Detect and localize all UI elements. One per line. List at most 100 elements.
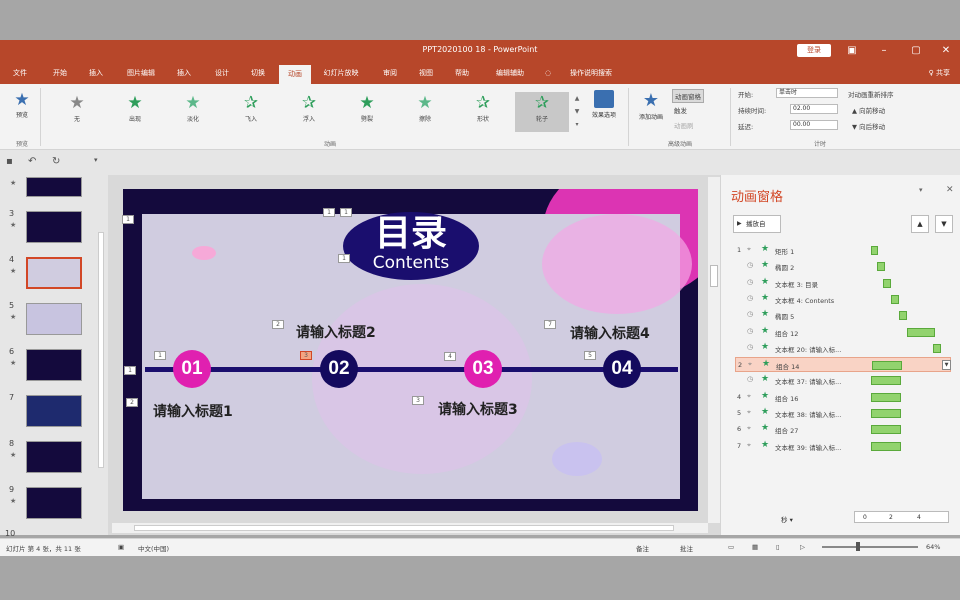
animation-painter-button[interactable]: 动画刷 bbox=[674, 120, 694, 130]
duration-input[interactable]: 02.00 bbox=[790, 104, 838, 114]
timing-bar[interactable] bbox=[891, 294, 899, 304]
timeline-bar[interactable] bbox=[145, 367, 678, 372]
animation-item[interactable]: ◷ ★ 文本框 4: Contents bbox=[735, 292, 951, 307]
timing-bar[interactable] bbox=[871, 425, 901, 435]
effect-shape[interactable]: ✰ 形状 bbox=[464, 92, 502, 132]
ribbon-display-icon[interactable]: ▣ bbox=[842, 43, 862, 59]
move-up-button[interactable]: ▲ bbox=[911, 215, 929, 233]
slide-thumbnail-9[interactable] bbox=[26, 487, 82, 519]
slide-thumbnail-7[interactable] bbox=[26, 395, 82, 427]
pane-options-icon[interactable]: ▾ bbox=[919, 186, 923, 194]
save-icon[interactable]: ▪ bbox=[6, 156, 13, 167]
timing-bar[interactable] bbox=[872, 361, 902, 371]
animation-item[interactable]: ◷ ★ 椭圆 2 bbox=[735, 259, 951, 274]
tab-insert-1[interactable]: 插入 bbox=[84, 62, 108, 84]
slide-thumbnail-3[interactable] bbox=[26, 211, 82, 243]
preview-button[interactable]: ★ 预览 bbox=[8, 90, 36, 119]
timing-bar[interactable] bbox=[871, 246, 878, 255]
tab-animations[interactable]: 动画 bbox=[279, 65, 311, 84]
animation-item[interactable]: 1 ⌖ ★ 矩形 1 bbox=[735, 243, 951, 258]
gallery-scroll[interactable]: ▲ ▼ ▾ bbox=[572, 92, 582, 132]
timing-bar[interactable] bbox=[933, 343, 941, 353]
zoom-level[interactable]: 64% bbox=[926, 543, 940, 551]
login-button[interactable]: 登录 bbox=[797, 44, 831, 57]
timing-bar[interactable] bbox=[877, 262, 885, 272]
animation-tag[interactable]: 4 bbox=[444, 352, 456, 361]
undo-icon[interactable]: ↶ bbox=[28, 156, 36, 167]
timing-bar[interactable] bbox=[907, 327, 935, 337]
timing-bar[interactable] bbox=[871, 409, 901, 418]
tab-insert[interactable]: 插入 bbox=[172, 62, 196, 84]
maximize-icon[interactable]: ▢ bbox=[906, 43, 926, 59]
delay-input[interactable]: 00.00 bbox=[790, 120, 838, 130]
move-earlier-button[interactable]: ▲ 向前移动 bbox=[852, 105, 885, 115]
node-02[interactable]: 02 bbox=[320, 350, 358, 388]
animation-tag[interactable]: 5 bbox=[584, 351, 596, 360]
notes-button[interactable]: 备注 bbox=[636, 543, 649, 553]
title-oval[interactable]: 目录 Contents bbox=[343, 212, 479, 280]
tab-review[interactable]: 审阅 bbox=[378, 62, 402, 84]
effect-options-button[interactable]: 效果选项 bbox=[586, 90, 622, 119]
node-04[interactable]: 04 bbox=[603, 350, 641, 388]
tab-file[interactable]: 文件 bbox=[6, 62, 34, 84]
pane-close-icon[interactable]: ✕ bbox=[946, 185, 954, 195]
effect-float-in[interactable]: ✰ 浮入 bbox=[290, 92, 328, 132]
effect-fly-in[interactable]: ✰ 飞入 bbox=[232, 92, 270, 132]
timing-bar[interactable] bbox=[899, 311, 907, 321]
start-select[interactable]: 单击时 bbox=[776, 88, 838, 98]
sorter-view-icon[interactable]: ▦ bbox=[752, 543, 758, 551]
timing-bar[interactable] bbox=[871, 441, 901, 451]
minimize-icon[interactable]: – bbox=[874, 43, 894, 59]
add-animation-button[interactable]: ★ 添加动画 bbox=[634, 90, 668, 121]
normal-view-icon[interactable]: ▭ bbox=[728, 543, 734, 551]
animation-tag[interactable]: 1 bbox=[124, 366, 136, 375]
effect-wipe[interactable]: ★ 擦除 bbox=[406, 92, 444, 132]
tab-transitions[interactable]: 切换 bbox=[244, 62, 272, 84]
tab-edit-assist[interactable]: 编辑辅助 bbox=[488, 62, 532, 84]
redo-icon[interactable]: ↻ bbox=[52, 156, 60, 167]
effect-appear[interactable]: ★ 出现 bbox=[116, 92, 154, 132]
customize-qat-icon[interactable]: ▾ bbox=[94, 156, 98, 164]
scroll-thumb[interactable] bbox=[710, 265, 718, 287]
animation-tag[interactable]: 1 bbox=[338, 254, 350, 263]
animation-item[interactable]: 7 ⌖ ★ 文本框 39: 请输入标... bbox=[735, 439, 951, 454]
slideshow-view-icon[interactable]: ▷ bbox=[800, 543, 805, 551]
tab-picture-edit[interactable]: 图片编辑 bbox=[120, 62, 162, 84]
language[interactable]: 中文(中国) bbox=[138, 543, 169, 553]
animation-pane-button[interactable]: 动画窗格 bbox=[672, 89, 704, 103]
animation-item[interactable]: 2 ⌖ ★ 组合 14 ▼ bbox=[735, 357, 951, 373]
tab-home[interactable]: 开始 bbox=[48, 62, 72, 84]
thumbnails-scrollbar[interactable] bbox=[98, 232, 104, 468]
slide-thumbnail-5[interactable] bbox=[26, 303, 82, 335]
animation-tag[interactable]: 2 bbox=[272, 320, 284, 329]
tab-design[interactable]: 设计 bbox=[210, 62, 234, 84]
slide-thumbnail-2[interactable] bbox=[26, 177, 82, 197]
slide-horizontal-scrollbar[interactable] bbox=[112, 523, 708, 533]
animation-item[interactable]: ◷ ★ 文本框 20: 请输入标... bbox=[735, 341, 951, 356]
animation-item[interactable]: ◷ ★ 椭圆 5 bbox=[735, 308, 951, 323]
animation-tag[interactable]: 1 bbox=[340, 208, 352, 217]
slide-vertical-scrollbar[interactable] bbox=[708, 177, 720, 523]
move-later-button[interactable]: ▼ 向后移动 bbox=[852, 121, 885, 131]
node-03[interactable]: 03 bbox=[464, 350, 502, 388]
animation-tag[interactable]: 2 bbox=[126, 398, 138, 407]
slide-thumbnail-6[interactable] bbox=[26, 349, 82, 381]
spellcheck-icon[interactable]: ▣ bbox=[118, 543, 124, 551]
animation-item[interactable]: ◷ ★ 文本框 3: 目录 bbox=[735, 276, 951, 291]
share-button[interactable]: ♀ 共享 bbox=[929, 62, 950, 84]
slide-thumbnail-8[interactable] bbox=[26, 441, 82, 473]
heading-2[interactable]: 请输入标题2 bbox=[296, 322, 376, 342]
animation-item[interactable]: ◷ ★ 文本框 37: 请输入标... bbox=[735, 373, 951, 388]
close-icon[interactable]: ✕ bbox=[936, 43, 956, 59]
zoom-slider[interactable] bbox=[822, 546, 918, 548]
reading-view-icon[interactable]: ▯ bbox=[776, 543, 780, 551]
heading-4[interactable]: 请输入标题4 bbox=[570, 323, 650, 343]
tab-help[interactable]: 帮助 bbox=[450, 62, 474, 84]
trigger-button[interactable]: 触发 bbox=[674, 105, 687, 115]
animation-item[interactable]: 6 ⌖ ★ 组合 27 bbox=[735, 422, 951, 437]
animation-item[interactable]: ◷ ★ 组合 12 bbox=[735, 325, 951, 340]
tab-slideshow[interactable]: 幻灯片放映 bbox=[318, 62, 364, 84]
animation-tag[interactable]: 3 bbox=[412, 396, 424, 405]
heading-1[interactable]: 请输入标题1 bbox=[153, 401, 233, 421]
scroll-thumb[interactable] bbox=[134, 525, 674, 531]
